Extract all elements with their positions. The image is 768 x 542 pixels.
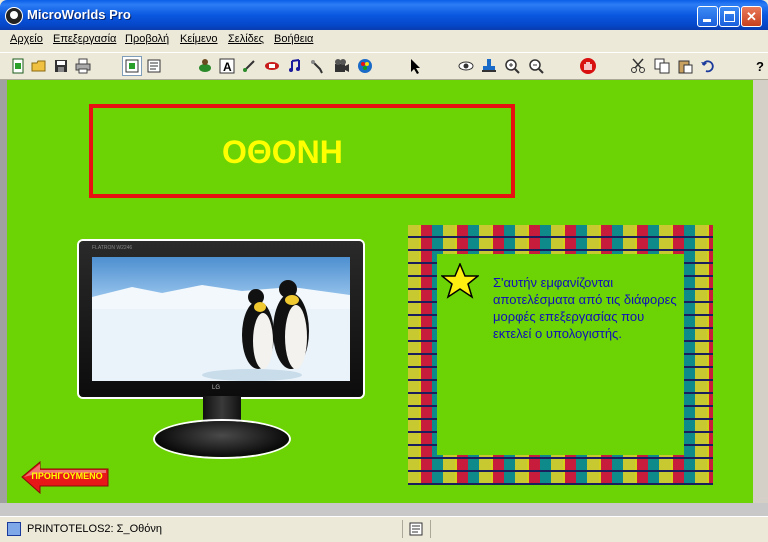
pointer-icon[interactable] — [405, 56, 425, 76]
menu-view[interactable]: Προβολή — [125, 33, 169, 45]
app-icon[interactable] — [5, 7, 23, 25]
maximize-icon — [724, 11, 735, 22]
project-view-icon[interactable] — [122, 56, 142, 76]
button-icon[interactable] — [239, 56, 259, 76]
minimize-icon — [703, 19, 711, 22]
melody-icon[interactable] — [285, 56, 305, 76]
toolbar: A ? — [0, 52, 768, 80]
stamp-icon[interactable] — [479, 56, 499, 76]
open-icon[interactable] — [29, 56, 49, 76]
monitor-logo: LG — [212, 385, 221, 391]
maximize-button[interactable] — [719, 6, 740, 27]
page-heading: ΟΘΟΝΗ — [222, 134, 343, 170]
svg-text:?: ? — [756, 59, 764, 74]
new-page-icon[interactable] — [8, 56, 28, 76]
notes-icon[interactable] — [408, 521, 424, 537]
monitor-brand-label: FLATRON W2246 — [92, 245, 133, 251]
procedures-view-icon[interactable] — [144, 56, 164, 76]
zoom-in-icon[interactable] — [502, 56, 522, 76]
svg-text:A: A — [223, 60, 232, 74]
sound-icon[interactable] — [307, 56, 327, 76]
status-divider — [402, 520, 403, 538]
back-button-label: ΠΡΟΗΓΟΥΜΕΝΟ — [31, 471, 103, 481]
back-button[interactable]: ΠΡΟΗΓΟΥΜΕΝΟ — [20, 460, 110, 495]
save-icon[interactable] — [51, 56, 71, 76]
menu-edit[interactable]: Επεξεργασία — [53, 33, 116, 45]
menu-file[interactable]: Αρχείο — [10, 33, 43, 45]
video-icon[interactable] — [332, 56, 352, 76]
text-box-icon[interactable]: A — [217, 56, 237, 76]
menu-text[interactable]: Κείμενο — [180, 33, 218, 45]
menu-pages[interactable]: Σελίδες — [228, 33, 264, 45]
zoom-out-icon[interactable] — [526, 56, 546, 76]
vertical-scrollbar[interactable] — [753, 80, 768, 516]
close-icon: ✕ — [746, 9, 757, 24]
stop-icon[interactable] — [578, 56, 598, 76]
status-divider — [430, 520, 431, 538]
window-title: MicroWorlds Pro — [27, 7, 131, 22]
page-icon — [7, 522, 21, 536]
description-text: Σ'αυτήν εμφανίζονται αποτελέσματα από τι… — [493, 275, 677, 341]
monitor-stand-base — [155, 421, 289, 457]
help-icon[interactable]: ? — [754, 56, 768, 76]
status-page-label: PRINTOTELOS2: Σ_Οθόνη — [27, 523, 162, 535]
close-button[interactable]: ✕ — [741, 6, 762, 27]
menu-help[interactable]: Βοήθεια — [274, 33, 313, 45]
title-bar: MicroWorlds Pro ✕ — [0, 0, 768, 30]
eye-icon[interactable] — [456, 56, 476, 76]
print-icon[interactable] — [73, 56, 93, 76]
minimize-button[interactable] — [697, 6, 718, 27]
monitor-screen — [92, 257, 350, 381]
page-bottom-margin — [0, 503, 768, 516]
slider-icon[interactable] — [262, 56, 282, 76]
status-bar: PRINTOTELOS2: Σ_Οθόνη — [0, 516, 768, 542]
penguins-picture — [92, 280, 350, 381]
copy-icon[interactable] — [652, 56, 672, 76]
paste-icon[interactable] — [675, 56, 695, 76]
colors-icon[interactable] — [355, 56, 375, 76]
menu-bar: Αρχείο Επεξεργασία Προβολή Κείμενο Σελίδ… — [0, 30, 768, 50]
cut-icon[interactable] — [628, 56, 648, 76]
star-icon — [441, 263, 479, 299]
undo-icon[interactable] — [698, 56, 718, 76]
hatch-turtle-icon[interactable] — [195, 56, 215, 76]
